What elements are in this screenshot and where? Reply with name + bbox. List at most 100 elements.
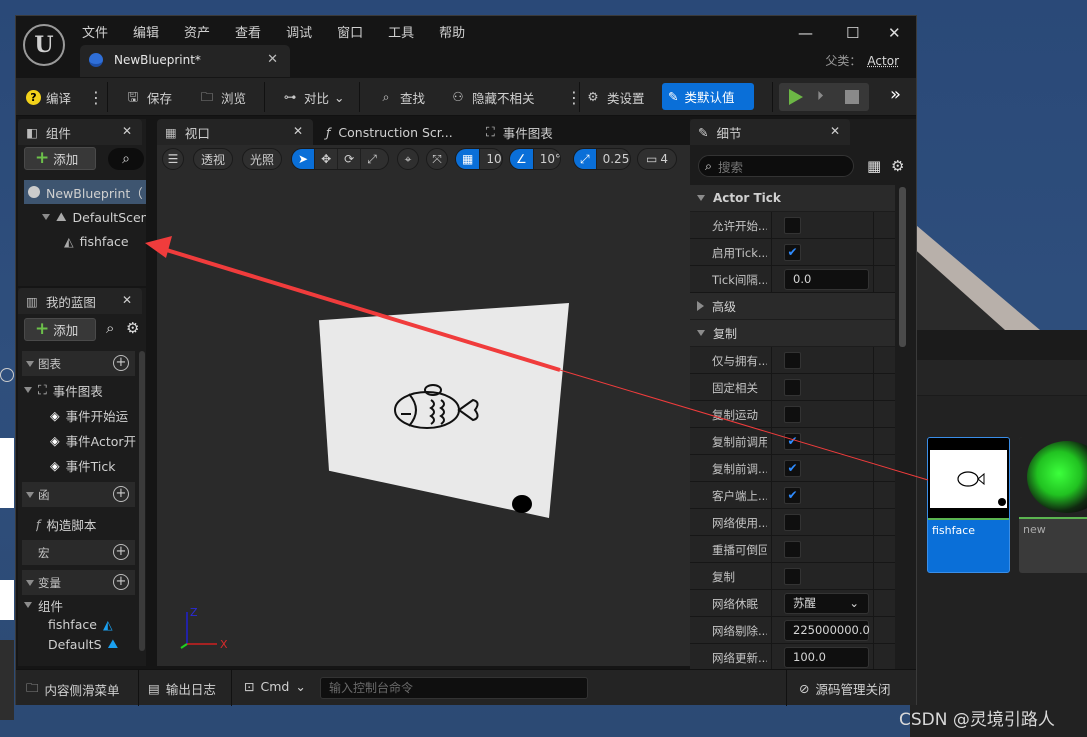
tree-item-var-fishface[interactable]: fishface ◭ (48, 614, 134, 634)
unreal-logo-icon[interactable]: U (23, 24, 65, 66)
checkbox-unchecked[interactable] (784, 406, 801, 423)
close-window-button[interactable]: ✕ (888, 24, 901, 42)
expand-arrow-icon[interactable] (42, 214, 50, 220)
scrollbar[interactable] (139, 351, 145, 651)
number-field[interactable]: 0.0 (784, 269, 869, 290)
select-tool-icon[interactable]: ➤ (292, 149, 316, 169)
cmd-dropdown[interactable]: ⊡ Cmd ⌄ (244, 679, 306, 694)
add-function-icon[interactable]: + (113, 486, 129, 502)
menu-debug[interactable]: 调试 (286, 20, 324, 43)
tree-item-event-actor-overlap[interactable]: ◈ 事件Actor开 (50, 428, 136, 452)
output-log-button[interactable]: ▤ 输出日志 (148, 679, 216, 698)
diff-button[interactable]: ⊶ 对比 ⌄ (281, 86, 345, 108)
close-panel-icon[interactable]: ✕ (122, 293, 132, 307)
viewport[interactable]: ☰ 透视 光照 ➤ ✥ ⟳ ⤢ ⌖ ⤧ ▦ 10 ∠ 10° ⤢ 0.25 ▭ … (157, 145, 690, 666)
minimize-button[interactable]: — (798, 24, 813, 42)
maximize-button[interactable]: ☐ (846, 24, 859, 42)
menu-view[interactable]: 查看 (235, 20, 273, 43)
section-replication[interactable]: 复制 (690, 320, 895, 346)
checkbox-unchecked[interactable] (784, 541, 801, 558)
asset-tile-fishface[interactable]: fishface (927, 437, 1010, 573)
tree-item-construction-script[interactable]: ƒ 构造脚本 (36, 512, 136, 536)
content-drawer-button[interactable]: 🗀 内容侧滑菜单 (26, 679, 120, 700)
my-blueprint-tab[interactable]: ▥ 我的蓝图 ✕ (18, 288, 142, 314)
components-tab[interactable]: ◧ 组件 ✕ (18, 119, 142, 145)
add-macro-icon[interactable]: + (113, 544, 129, 560)
property-matrix-icon[interactable]: ▦ (867, 157, 881, 175)
parent-class-link[interactable]: Actor (867, 54, 899, 68)
checkbox-checked[interactable]: ✔ (784, 460, 801, 477)
tree-item-components-group[interactable]: 组件 (24, 596, 136, 614)
rotate-tool-icon[interactable]: ⟳ (338, 149, 362, 169)
section-advanced[interactable]: 高级 (690, 293, 895, 319)
stop-icon[interactable] (845, 90, 859, 104)
source-control-button[interactable]: ⊘ 源码管理关闭 (799, 679, 891, 698)
menu-asset[interactable]: 资产 (184, 20, 222, 43)
document-tab[interactable]: NewBlueprint* ✕ (80, 45, 290, 77)
details-tab[interactable]: ✎ 细节 ✕ (690, 119, 850, 145)
asset-tile-new[interactable]: new (1019, 437, 1087, 573)
surface-snap-icon[interactable]: ⤧ (426, 148, 448, 170)
tree-item-event-graph[interactable]: ⛶ 事件图表 (24, 378, 136, 402)
menu-tools[interactable]: 工具 (388, 20, 426, 43)
tree-item-default-scene-root[interactable]: ⛰ DefaultScene (42, 205, 146, 229)
compile-button[interactable]: ? 编译 (26, 86, 71, 108)
tree-item-var-default-scene[interactable]: DefaultS ⛰ (48, 634, 134, 654)
close-panel-icon[interactable]: ✕ (122, 124, 132, 138)
add-member-button[interactable]: + 添加 (24, 318, 96, 341)
menu-file[interactable]: 文件 (82, 20, 120, 43)
tree-item-event-tick[interactable]: ◈ 事件Tick (50, 453, 136, 477)
toolbar-overflow-icon[interactable]: » (890, 84, 901, 105)
find-button[interactable]: ⌕ 查找 (377, 86, 425, 108)
section-graphs[interactable]: 图表 + (22, 351, 135, 376)
compile-options-icon[interactable]: ⋮ (88, 86, 104, 108)
hide-unrelated-button[interactable]: ⚇ 隐藏不相关 (449, 86, 534, 108)
console-command-input[interactable]: 输入控制台命令 (320, 677, 588, 699)
coordinate-system-icon[interactable]: ⌖ (397, 148, 419, 170)
add-graph-icon[interactable]: + (113, 355, 129, 371)
close-tab-icon[interactable]: ✕ (267, 52, 278, 67)
rotation-snap-value[interactable]: 10° (534, 149, 560, 169)
tree-item-event-begin-play[interactable]: ◈ 事件开始运 (50, 403, 136, 427)
tree-item-root[interactable]: NewBlueprint（ (24, 180, 146, 204)
save-button[interactable]: 🖫 保存 (124, 86, 172, 108)
menu-help[interactable]: 帮助 (439, 20, 477, 43)
browse-button[interactable]: 🗀 浏览 (198, 86, 246, 108)
tab-viewport[interactable]: ▦ 视口 ✕ (157, 119, 313, 145)
tree-item-fishface[interactable]: ◭ fishface (64, 229, 146, 253)
perspective-button[interactable]: 透视 (193, 148, 233, 170)
camera-speed-button[interactable]: ▭ 4 (637, 148, 677, 170)
section-variables[interactable]: 变量 + (22, 570, 135, 595)
section-actor-tick[interactable]: Actor Tick (690, 185, 895, 211)
tab-event-graph[interactable]: ⛶ 事件图表 (478, 119, 598, 145)
checkbox-unchecked[interactable] (784, 217, 801, 234)
dropdown-select[interactable]: 苏醒 ⌄ (784, 593, 869, 614)
close-tab-icon[interactable]: ✕ (293, 124, 303, 138)
scrollbar[interactable] (899, 187, 906, 347)
menu-window[interactable]: 窗口 (337, 20, 375, 43)
grid-snap-value[interactable]: 10 (480, 149, 502, 169)
grid-snap-icon[interactable]: ▦ (456, 149, 481, 169)
play-icon[interactable] (789, 89, 803, 105)
rotation-snap-icon[interactable]: ∠ (510, 149, 534, 169)
translate-tool-icon[interactable]: ✥ (315, 149, 339, 169)
scale-snap-value[interactable]: 0.25 (597, 149, 630, 169)
checkbox-unchecked[interactable] (784, 568, 801, 585)
class-defaults-button[interactable]: ✎ 类默认值 (662, 83, 754, 110)
add-variable-icon[interactable]: + (113, 574, 129, 590)
checkbox-checked[interactable]: ✔ (784, 244, 801, 261)
checkbox-checked[interactable]: ✔ (784, 487, 801, 504)
class-settings-button[interactable]: ⚙ 类设置 (584, 86, 644, 108)
gear-icon[interactable]: ⚙ (891, 157, 904, 175)
number-field[interactable]: 225000000.0 (784, 620, 870, 641)
add-component-button[interactable]: + 添加 (24, 147, 96, 170)
checkbox-checked[interactable]: ✔ (784, 433, 801, 450)
menu-edit[interactable]: 编辑 (133, 20, 171, 43)
viewport-options-button[interactable]: ☰ (162, 148, 184, 170)
gear-icon[interactable]: ⚙ (126, 319, 139, 337)
search-icon[interactable]: ⌕ (106, 319, 114, 337)
checkbox-unchecked[interactable] (784, 379, 801, 396)
scale-snap-icon[interactable]: ⤢ (574, 149, 597, 169)
section-macros[interactable]: 宏 + (22, 540, 135, 565)
checkbox-unchecked[interactable] (784, 514, 801, 531)
